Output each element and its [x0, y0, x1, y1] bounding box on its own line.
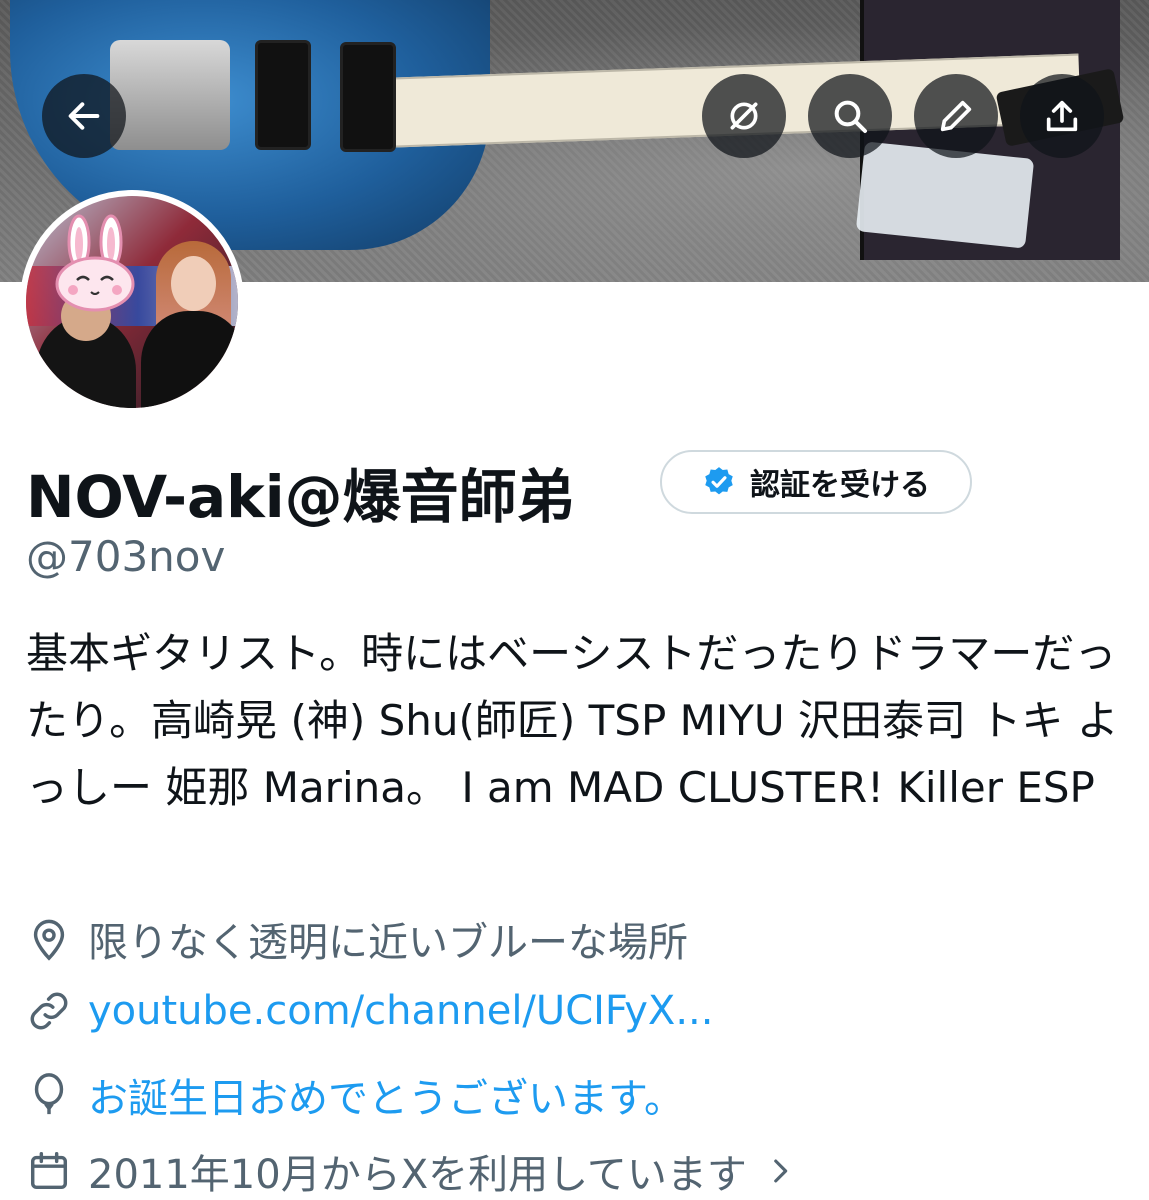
- arrow-left-icon: [68, 102, 100, 130]
- guitar-pickup: [255, 40, 311, 150]
- guitar-bridge: [110, 40, 230, 150]
- birthday-row: お誕生日おめでとうございます。: [26, 1066, 684, 1124]
- link-icon: [30, 992, 68, 1030]
- chevron-right-icon: [774, 1159, 788, 1183]
- joined-row[interactable]: 2011年10月からXを利用しています: [26, 1142, 797, 1200]
- avatar-photo-person: [141, 311, 238, 408]
- verified-badge-icon: [705, 467, 733, 495]
- birthday-text[interactable]: お誕生日おめでとうございます。: [88, 1066, 684, 1124]
- search-button[interactable]: [808, 74, 892, 158]
- get-verified-label: 認証を受ける: [750, 468, 930, 503]
- joined-text: 2011年10月からXを利用しています: [88, 1152, 747, 1198]
- banner-paper: [855, 141, 1035, 249]
- get-verified-button[interactable]: 認証を受ける: [660, 450, 972, 514]
- avatar-photo-face: [171, 256, 216, 311]
- avatar[interactable]: [20, 190, 244, 414]
- hide-icon: [730, 102, 758, 130]
- hide-button[interactable]: [702, 74, 786, 158]
- display-name: NOV-aki@爆音師弟: [26, 463, 575, 531]
- search-icon: [834, 100, 867, 133]
- balloon-icon: [34, 1073, 64, 1115]
- guitar-pickup: [340, 42, 396, 152]
- location-text: 限りなく透明に近いブルーな場所: [88, 920, 688, 966]
- share-button[interactable]: [1020, 74, 1104, 158]
- edit-icon: [940, 100, 972, 132]
- website-row[interactable]: youtube.com/channel/UCIFyX...: [26, 988, 713, 1034]
- share-icon: [1046, 100, 1078, 132]
- back-button[interactable]: [42, 74, 126, 158]
- bio: 基本ギタリスト。時にはベーシストだったりドラマーだったり。高崎晃 (神) Shu…: [26, 629, 1119, 812]
- location-pin-icon: [33, 919, 65, 961]
- handle: @703nov: [26, 532, 226, 581]
- location-row: 限りなく透明に近いブルーな場所: [26, 910, 688, 968]
- website-link[interactable]: youtube.com/channel/UCIFyX...: [88, 988, 713, 1034]
- edit-button[interactable]: [914, 74, 998, 158]
- calendar-icon: [30, 1152, 68, 1190]
- bunny-sticker-icon: [55, 214, 135, 312]
